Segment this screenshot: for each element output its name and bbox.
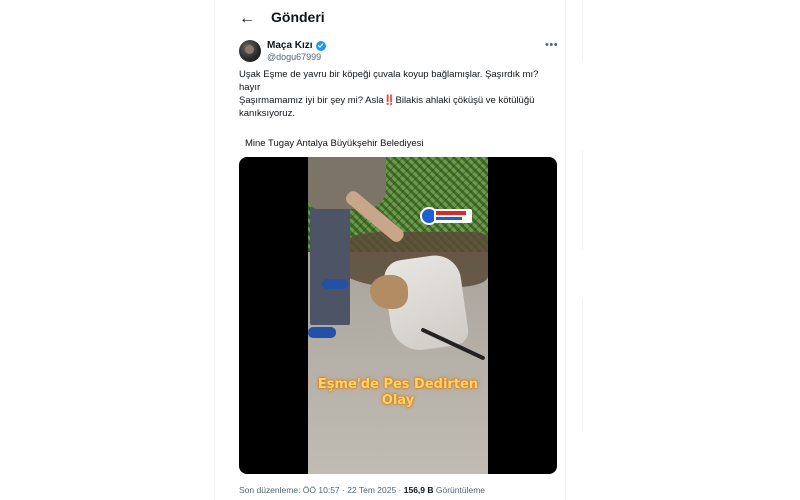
tweet-line-3: Şaşırmamamız iyi bir şey mi? Asla‼️Bilak… xyxy=(239,94,555,107)
view-count: 156,9 B xyxy=(403,485,434,495)
news-logo xyxy=(420,205,474,225)
tweet-line-1: Uşak Eşme de yavru bir köpeği çuvala koy… xyxy=(239,69,539,80)
post-header: ← Gönderi xyxy=(215,0,567,36)
more-horizontal-icon[interactable]: ••• xyxy=(545,39,558,51)
back-button[interactable]: ← xyxy=(237,9,257,29)
right-rail xyxy=(566,0,800,500)
edited-timestamp[interactable]: Son düzenleme: ÖÖ 10:57 · 22 Tem 2025 · xyxy=(239,485,404,495)
arrow-left-icon: ← xyxy=(239,10,255,27)
page-title: Gönderi xyxy=(271,9,325,25)
avatar[interactable] xyxy=(239,40,261,62)
video-frame[interactable]: Eşme'de Pes Dedirten Olay xyxy=(308,157,488,474)
tweet-text: Uşak Eşme de yavru bir köpeği çuvala koy… xyxy=(239,68,555,120)
shoe xyxy=(322,279,348,289)
tweet-line-3-end: Bilakis ahlaki çöküşü ve kötülüğü xyxy=(395,95,535,106)
author-name-row[interactable]: Maça Kızı xyxy=(267,40,326,51)
left-gutter xyxy=(0,0,214,500)
post-column: ← Gönderi Maça Kızı @dogu67999 ••• Uşak … xyxy=(214,0,566,500)
video-overlay-line-2: Olay xyxy=(381,393,415,408)
video-overlay-line-1: Eşme'de Pes Dedirten xyxy=(317,377,479,392)
puppy xyxy=(370,275,408,309)
person-legs xyxy=(310,205,350,325)
tweet-line-2: hayır xyxy=(239,82,261,93)
tweet-caption: Mine Tugay Antalya Büyükşehir Belediyesi xyxy=(245,138,424,149)
news-logo-bar xyxy=(434,209,472,223)
video-player[interactable]: Eşme'de Pes Dedirten Olay xyxy=(239,157,557,474)
tweet-line-4: kanıksıyoruz. xyxy=(239,108,295,119)
video-overlay-text: Eşme'de Pes Dedirten Olay xyxy=(308,377,488,409)
post-meta: Son düzenleme: ÖÖ 10:57 · 22 Tem 2025 · … xyxy=(239,485,485,495)
rail-card xyxy=(582,0,792,60)
shoe xyxy=(308,327,336,338)
rail-card xyxy=(582,300,792,430)
double-exclamation-emoji: ‼️ xyxy=(383,95,396,106)
verified-badge-icon xyxy=(315,40,326,51)
author-name[interactable]: Maça Kızı xyxy=(267,40,313,51)
rail-card xyxy=(582,150,792,250)
view-count-label: Görüntüleme xyxy=(433,485,486,495)
tweet-line-3-start: Şaşırmamamız iyi bir şey mi? Asla xyxy=(239,95,384,106)
author-handle[interactable]: @dogu67999 xyxy=(267,52,321,62)
